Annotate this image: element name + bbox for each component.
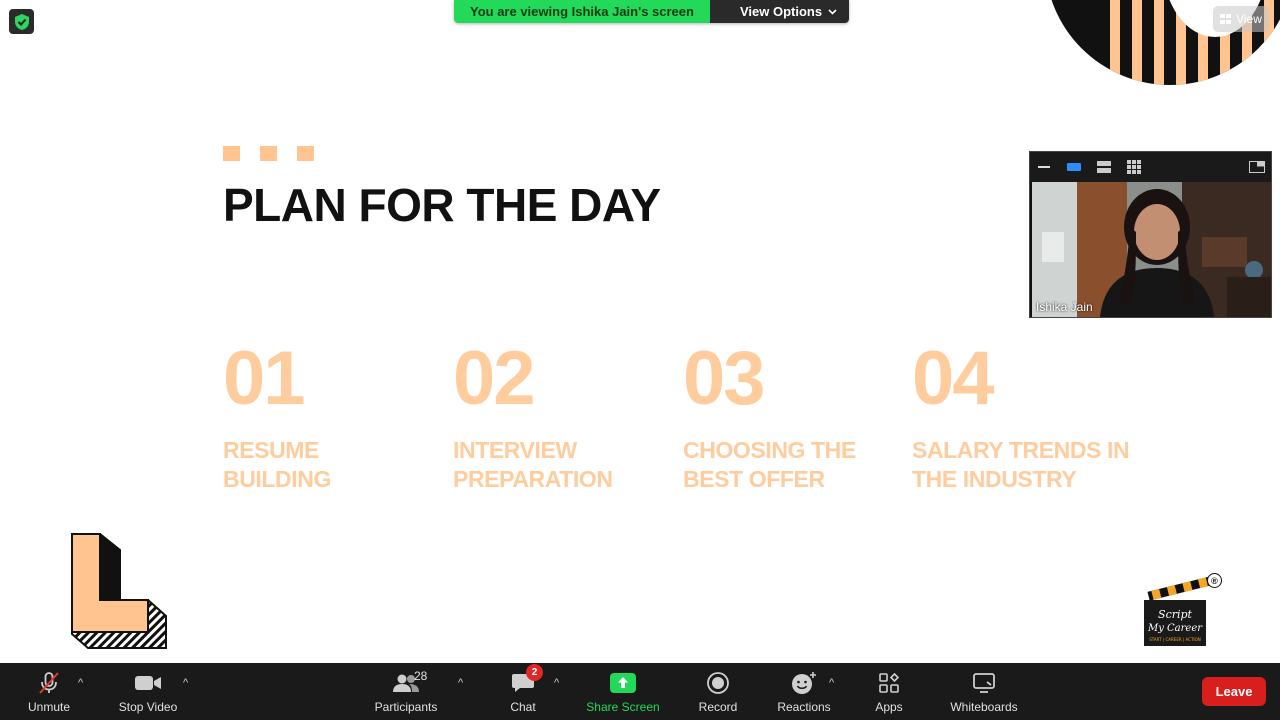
chat-options-caret[interactable]: ^: [554, 677, 559, 689]
shared-screen: PLAN FOR THE DAY 01 RESUME BUILDING 02 I…: [0, 0, 1280, 663]
plan-item-text: INTERVIEW PREPARATION: [453, 437, 613, 492]
plan-item-number: 02: [453, 336, 536, 421]
view-options-label: View Options: [739, 4, 823, 19]
share-screen-icon: [607, 670, 639, 696]
logo-text-1: Script: [1158, 608, 1193, 621]
share-screen-button[interactable]: Share Screen: [584, 663, 662, 720]
smiley-icon: [788, 670, 820, 696]
video-camera-icon: [132, 670, 164, 696]
plan-item-number: 03: [683, 336, 766, 421]
participant-name-label: Ishika Jain: [1036, 300, 1093, 314]
registered-mark: ®: [1207, 573, 1222, 588]
minimize-icon[interactable]: [1036, 160, 1052, 174]
whiteboards-label: Whiteboards: [950, 699, 1018, 714]
participants-icon: 28: [390, 669, 427, 696]
exit-pip-icon[interactable]: [1249, 160, 1265, 174]
chat-button[interactable]: 2 Chat: [500, 663, 546, 720]
security-shield-icon[interactable]: [9, 9, 34, 34]
record-button[interactable]: Record: [692, 663, 744, 720]
plan-item-text: RESUME BUILDING: [223, 437, 331, 492]
floating-video-window[interactable]: Ishika Jain: [1029, 151, 1272, 318]
apps-label: Apps: [875, 699, 903, 714]
reactions-options-caret[interactable]: ^: [829, 677, 834, 689]
participant-video-feed: Ishika Jain: [1032, 182, 1271, 317]
view-options-button[interactable]: View Options: [709, 0, 850, 23]
plan-item-text: CHOOSING THE BEST OFFER: [683, 437, 856, 492]
plan-item-number: 01: [223, 336, 306, 421]
record-icon: [702, 670, 734, 696]
title-accent-dots: [223, 146, 314, 161]
stop-video-button[interactable]: Stop Video: [112, 663, 184, 720]
leave-button[interactable]: Leave: [1202, 677, 1266, 706]
view-button-label: View: [1236, 12, 1262, 26]
plan-item-2: 02 INTERVIEW PREPARATION: [453, 340, 673, 494]
reactions-button[interactable]: Reactions: [774, 663, 834, 720]
gallery-view-icon[interactable]: [1126, 160, 1142, 174]
participants-count: 28: [414, 668, 428, 683]
microphone-muted-icon: [33, 670, 65, 696]
logo-tagline: START | CAREER | ACTION: [1149, 637, 1201, 642]
apps-button[interactable]: Apps: [866, 663, 912, 720]
view-layout-button[interactable]: View: [1213, 6, 1269, 32]
webcam-image: [1032, 182, 1271, 317]
chat-icon: 2: [507, 663, 543, 696]
apps-icon: [873, 670, 905, 696]
participants-button[interactable]: 28 Participants: [370, 663, 442, 720]
viewing-banner-text: You are viewing Ishika Jain's screen: [454, 0, 710, 23]
meeting-toolbar: Unmute ^ Stop Video ^ 28 Participants ^ …: [0, 663, 1280, 720]
plan-item-text: SALARY TRENDS IN THE INDUSTRY: [912, 437, 1130, 492]
plan-item-1: 01 RESUME BUILDING: [223, 340, 443, 494]
audio-options-caret[interactable]: ^: [78, 677, 83, 689]
video-options-caret[interactable]: ^: [183, 677, 188, 689]
participants-options-caret[interactable]: ^: [458, 677, 463, 689]
plan-item-number: 04: [912, 336, 995, 421]
unmute-label: Unmute: [27, 699, 71, 714]
strip-view-icon[interactable]: [1096, 160, 1112, 174]
zoom-meeting-window: PLAN FOR THE DAY 01 RESUME BUILDING 02 I…: [0, 0, 1280, 720]
chat-label: Chat: [510, 699, 536, 714]
video-window-header: [1030, 152, 1271, 182]
grid-icon: [1220, 14, 1232, 24]
participants-label: Participants: [374, 699, 438, 714]
unmute-button[interactable]: Unmute: [20, 663, 78, 720]
share-screen-label: Share Screen: [586, 699, 660, 714]
speaker-view-icon[interactable]: [1066, 160, 1082, 174]
decorative-l-graphic: [71, 533, 167, 649]
whiteboard-icon: [968, 670, 1000, 696]
reactions-label: Reactions: [777, 699, 831, 714]
plan-item-4: 04 SALARY TRENDS IN THE INDUSTRY: [912, 340, 1132, 494]
screen-share-banner: You are viewing Ishika Jain's screen Vie…: [454, 0, 850, 23]
whiteboards-button[interactable]: Whiteboards: [944, 663, 1024, 720]
logo-text-2: My Career: [1147, 623, 1203, 634]
stop-video-label: Stop Video: [118, 699, 178, 714]
plan-item-3: 03 CHOOSING THE BEST OFFER: [683, 340, 903, 494]
slide-title: PLAN FOR THE DAY: [223, 179, 661, 231]
chat-unread-badge: 2: [526, 663, 543, 681]
record-label: Record: [698, 699, 738, 714]
chevron-down-icon: [828, 8, 837, 15]
